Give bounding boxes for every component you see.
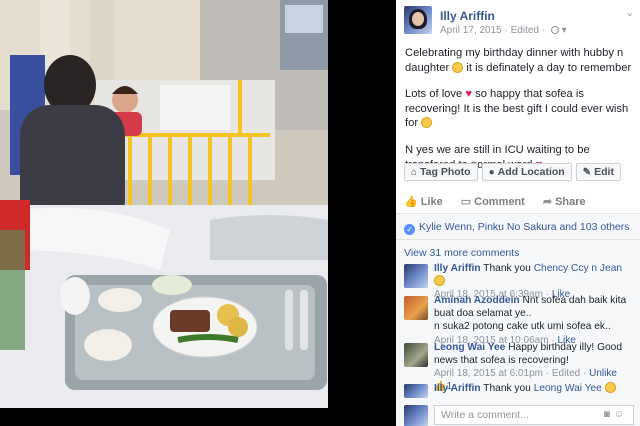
author-name[interactable]: Illy Ariffin	[440, 9, 495, 23]
smiley-emoji-icon	[434, 275, 445, 287]
edit-button[interactable]: ✎ Edit	[575, 163, 621, 181]
share-button[interactable]: ➦ Share	[543, 195, 586, 208]
commenter-name[interactable]: Aminah Azoddein	[434, 295, 520, 306]
tag-icon: ⌂	[411, 166, 418, 178]
post-body: Celebrating my birthday dinner with hubb…	[396, 44, 640, 172]
smiley-emoji-icon	[604, 382, 616, 393]
like-count-icon: ✓	[404, 224, 415, 235]
post-header: Illy Ariffin April 17, 2015 · Edited · ▾…	[396, 0, 640, 44]
current-user-avatar	[404, 405, 428, 426]
chevron-down-icon[interactable]: ▾	[562, 25, 567, 36]
pencil-icon: ✎	[582, 166, 592, 178]
post-paragraph-2: Lots of love ♥ so happy that sofea is re…	[405, 88, 629, 130]
tagged-names-link[interactable]: Leong Wai Yee	[534, 383, 602, 394]
comments-section: ✓ Kylie Wenn, Pinku No Sakura and 103 oth…	[396, 213, 640, 426]
hospital-dinner-photo	[0, 0, 328, 408]
comment-button[interactable]: ▭ Comment	[461, 195, 525, 208]
heart-emoji-icon: ♥	[465, 88, 472, 101]
camera-icon[interactable]: ◙	[604, 409, 614, 420]
comment-item: Aminah Azoddein Nnt sofea dah baik kita …	[396, 294, 640, 346]
add-location-button[interactable]: ● Add Location	[481, 163, 572, 181]
post-actions: 👍 Like ▭ Comment ➦ Share	[404, 195, 632, 208]
unlike-link[interactable]: Unlike	[589, 368, 617, 379]
commenter-name[interactable]: Illy Ariffin	[434, 383, 481, 394]
post-date[interactable]: April 17, 2015	[440, 25, 502, 36]
tagged-names-link[interactable]: Chency Ccy n Jean	[534, 263, 622, 274]
smiley-emoji-icon	[421, 117, 433, 129]
comment-item: Illy Ariffin Thank you Chency Ccy n Jean…	[396, 262, 640, 300]
comment-item: Leong Wai Yee Happy birthday illy! Good …	[396, 341, 640, 392]
location-pin-icon: ●	[488, 166, 495, 178]
share-arrow-icon: ➦	[542, 196, 553, 208]
thumbs-up-icon: 👍	[404, 196, 418, 208]
commenter-name[interactable]: Illy Ariffin	[434, 263, 481, 274]
commenter-avatar[interactable]	[404, 264, 428, 288]
commenter-avatar[interactable]	[404, 296, 428, 320]
view-more-comments-link[interactable]: View 31 more comments	[396, 240, 640, 262]
like-button[interactable]: 👍 Like	[404, 195, 443, 208]
globe-icon[interactable]	[550, 26, 559, 34]
emoji-icon[interactable]: ☺	[614, 409, 628, 420]
speech-bubble-icon: ▭	[460, 196, 472, 208]
post-meta: April 17, 2015 · Edited · ▾	[440, 25, 567, 36]
edited-label[interactable]: Edited	[511, 25, 539, 36]
commenter-name[interactable]: Leong Wai Yee	[434, 342, 505, 353]
post-sidebar: Illy Ariffin April 17, 2015 · Edited · ▾…	[396, 0, 640, 426]
edited-label[interactable]: Edited	[552, 368, 580, 379]
photo-action-buttons: ⌂ Tag Photo ● Add Location ✎ Edit	[404, 163, 621, 181]
commenter-avatar[interactable]	[404, 384, 428, 398]
commenter-avatar[interactable]	[404, 343, 428, 367]
tag-photo-button[interactable]: ⌂ Tag Photo	[404, 163, 478, 181]
author-avatar[interactable]	[404, 6, 432, 34]
comment-timestamp[interactable]: April 18, 2015 at 6:01pm	[434, 368, 543, 379]
smiley-emoji-icon	[452, 61, 464, 73]
post-photo[interactable]	[0, 0, 328, 408]
post-options-chevron-icon[interactable]: ⌄	[626, 8, 634, 19]
likes-summary[interactable]: ✓ Kylie Wenn, Pinku No Sakura and 103 oth…	[396, 214, 640, 240]
post-paragraph-1: Celebrating my birthday dinner with hubb…	[405, 47, 632, 74]
write-comment-input[interactable]: Write a comment... ◙☺	[434, 405, 634, 425]
